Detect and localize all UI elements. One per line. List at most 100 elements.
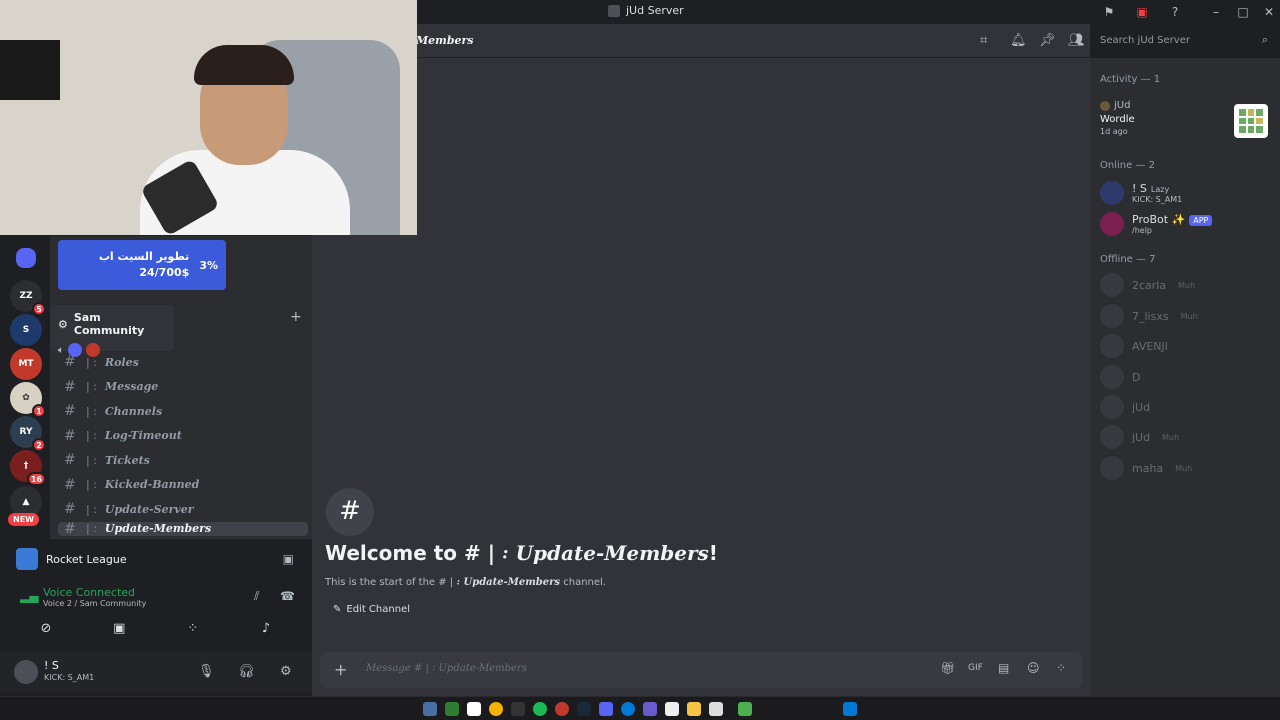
discord-icon[interactable] (599, 702, 613, 716)
server-icon[interactable]: ZZ 5 (10, 280, 46, 316)
start-icon[interactable] (843, 702, 857, 716)
taskbar-app-icon[interactable] (643, 702, 657, 716)
channel-title: Members (416, 34, 474, 47)
member-list-icon[interactable]: 👥︎ (1068, 33, 1085, 48)
taskbar-app-icon[interactable] (665, 702, 679, 716)
create-channel-icon[interactable]: + (290, 309, 302, 325)
channel-item-update-server[interactable]: # | ꞉ Update-Server (58, 497, 308, 522)
server-icon (608, 4, 620, 17)
channel-list: # | ꞉ Roles # | ꞉ Message # | ꞉ Channels # | ꞉ L… (58, 350, 308, 536)
member-item[interactable]: AVENJI (1100, 333, 1168, 359)
donation-goal-overlay: تطوير السيت اب 24/700$ 3% (58, 240, 226, 290)
avatar (1100, 304, 1124, 328)
avatar[interactable] (14, 660, 38, 684)
member-item[interactable]: jUd (1100, 394, 1150, 420)
taskbar-app-icon[interactable] (511, 702, 525, 716)
taskbar-app-icon[interactable] (738, 702, 752, 716)
taskbar-app-icon[interactable] (555, 702, 569, 716)
sticker-icon[interactable]: ▤ (998, 661, 1009, 675)
server-icon[interactable]: RY 2 (10, 416, 46, 452)
soundboard-icon[interactable]: ♪ (236, 618, 296, 640)
activities-icon[interactable]: ⁘ (163, 618, 223, 640)
hash-icon: # (64, 378, 76, 395)
maximize-button[interactable]: □ (1233, 3, 1253, 21)
message-input[interactable]: Message # | ꞉ Update-Members (366, 663, 527, 674)
bell-icon[interactable]: 🔔︎ (1010, 33, 1027, 48)
search-input[interactable]: Search jUd Server ⌕ (1094, 30, 1274, 52)
edge-icon[interactable] (621, 702, 635, 716)
channel-item-kicked-banned[interactable]: # | ꞉ Kicked-Banned (58, 473, 308, 498)
gear-icon[interactable]: ⚙ (280, 664, 292, 679)
online-heading: Online — 2 (1100, 160, 1155, 171)
channel-item-channels[interactable]: # | ꞉ Channels (58, 399, 308, 424)
hash-icon: # (64, 452, 76, 469)
activity-panel[interactable]: Rocket League ▣ (8, 539, 304, 579)
screen-share-icon[interactable]: ▣ (1134, 4, 1150, 20)
pin-icon[interactable]: 📌︎ (1039, 33, 1056, 48)
voice-popup: ⚙ Sam Community 🔈︎ (50, 305, 174, 357)
close-button[interactable]: ✕ (1259, 3, 1279, 21)
noise-suppression-icon[interactable]: ⫽ (254, 589, 259, 604)
message-composer[interactable]: + Message # | ꞉ Update-Members 🎁︎ GIF ▤ … (320, 652, 1082, 688)
help-icon[interactable]: ? (1167, 4, 1183, 20)
hash-icon: # (64, 427, 76, 444)
avatar (1100, 100, 1110, 111)
server-icon[interactable]: ✿ 1 (10, 382, 46, 418)
edit-channel-button[interactable]: ✎ Edit Channel (333, 604, 410, 615)
wordle-icon (1234, 104, 1268, 138)
activity-card[interactable]: jUd Wordle 1d ago (1100, 100, 1135, 136)
hash-icon: # (64, 501, 76, 518)
emoji-icon[interactable]: ☺ (1027, 661, 1040, 675)
server-icon[interactable]: MT (10, 348, 42, 380)
screen-share-icon[interactable]: ▣ (89, 618, 149, 640)
apps-icon[interactable]: ⁘ (1056, 661, 1066, 675)
avatar (1100, 456, 1124, 480)
search-icon: ⌕ (1261, 33, 1268, 46)
hash-icon: # (64, 403, 76, 420)
member-item[interactable]: jUd Muh (1100, 424, 1179, 450)
avatar (1100, 181, 1124, 205)
server-icon[interactable]: S (10, 314, 42, 346)
minimize-button[interactable]: – (1206, 3, 1226, 21)
server-icon[interactable]: † 16 (10, 450, 46, 486)
spotify-icon[interactable] (533, 702, 547, 716)
channel-item-update-members[interactable]: # | ꞉ Update-Members (58, 521, 308, 536)
channel-hash-icon: # (326, 488, 374, 536)
channel-item-log-timeout[interactable]: # | ꞉ Log-Timeout (58, 424, 308, 449)
gift-icon[interactable]: 🎁︎ (940, 661, 955, 675)
dm-home-icon[interactable] (16, 248, 36, 268)
member-item[interactable]: D (1100, 364, 1140, 390)
signal-icon: ▂▄ (20, 589, 39, 603)
microphone-icon[interactable]: 🎙︎ (198, 664, 215, 679)
member-item[interactable]: 2carla Muh (1100, 272, 1195, 298)
inbox-icon[interactable]: ⚑ (1101, 4, 1117, 20)
activity-heading: Activity — 1 (1100, 74, 1161, 85)
threads-icon[interactable]: ⌗ (980, 33, 987, 48)
member-item[interactable]: 7_lisxs Muh (1100, 303, 1198, 329)
file-explorer-icon[interactable] (687, 702, 701, 716)
taskbar-app-icon[interactable] (445, 702, 459, 716)
member-item[interactable]: ! S Lazy KICK: S_AM1 (1100, 180, 1182, 206)
gif-icon[interactable]: GIF (968, 663, 983, 673)
hash-icon: # (64, 354, 76, 371)
headphones-icon[interactable]: 🎧︎ (238, 664, 255, 679)
stream-game-icon[interactable]: ▣ (283, 552, 294, 566)
pencil-icon: ✎ (333, 604, 342, 615)
channel-item-roles[interactable]: # | ꞉ Roles (58, 350, 308, 375)
disconnect-icon[interactable]: ☎ (280, 589, 295, 603)
member-item[interactable]: ProBot ✨ APP /help (1100, 211, 1213, 237)
add-attachment-icon[interactable]: + (334, 660, 347, 679)
user-panel: ! S KICK: S_AM1 🎙︎ 🎧︎ ⚙ (0, 652, 312, 692)
camera-off-icon[interactable]: ⊘ (16, 618, 76, 640)
member-item[interactable]: maha Muh (1100, 455, 1192, 481)
browser-icon[interactable] (489, 702, 503, 716)
channel-item-message[interactable]: # | ꞉ Message (58, 375, 308, 400)
taskbar-app-icon[interactable] (709, 702, 723, 716)
offline-heading: Offline — 7 (1100, 254, 1156, 265)
channel-item-tickets[interactable]: # | ꞉ Tickets (58, 448, 308, 473)
taskbar-app-icon[interactable] (423, 702, 437, 716)
new-badge: NEW (8, 513, 39, 526)
avatar (1100, 334, 1124, 358)
steam-icon[interactable] (577, 702, 591, 716)
taskbar-app-icon[interactable] (467, 702, 481, 716)
